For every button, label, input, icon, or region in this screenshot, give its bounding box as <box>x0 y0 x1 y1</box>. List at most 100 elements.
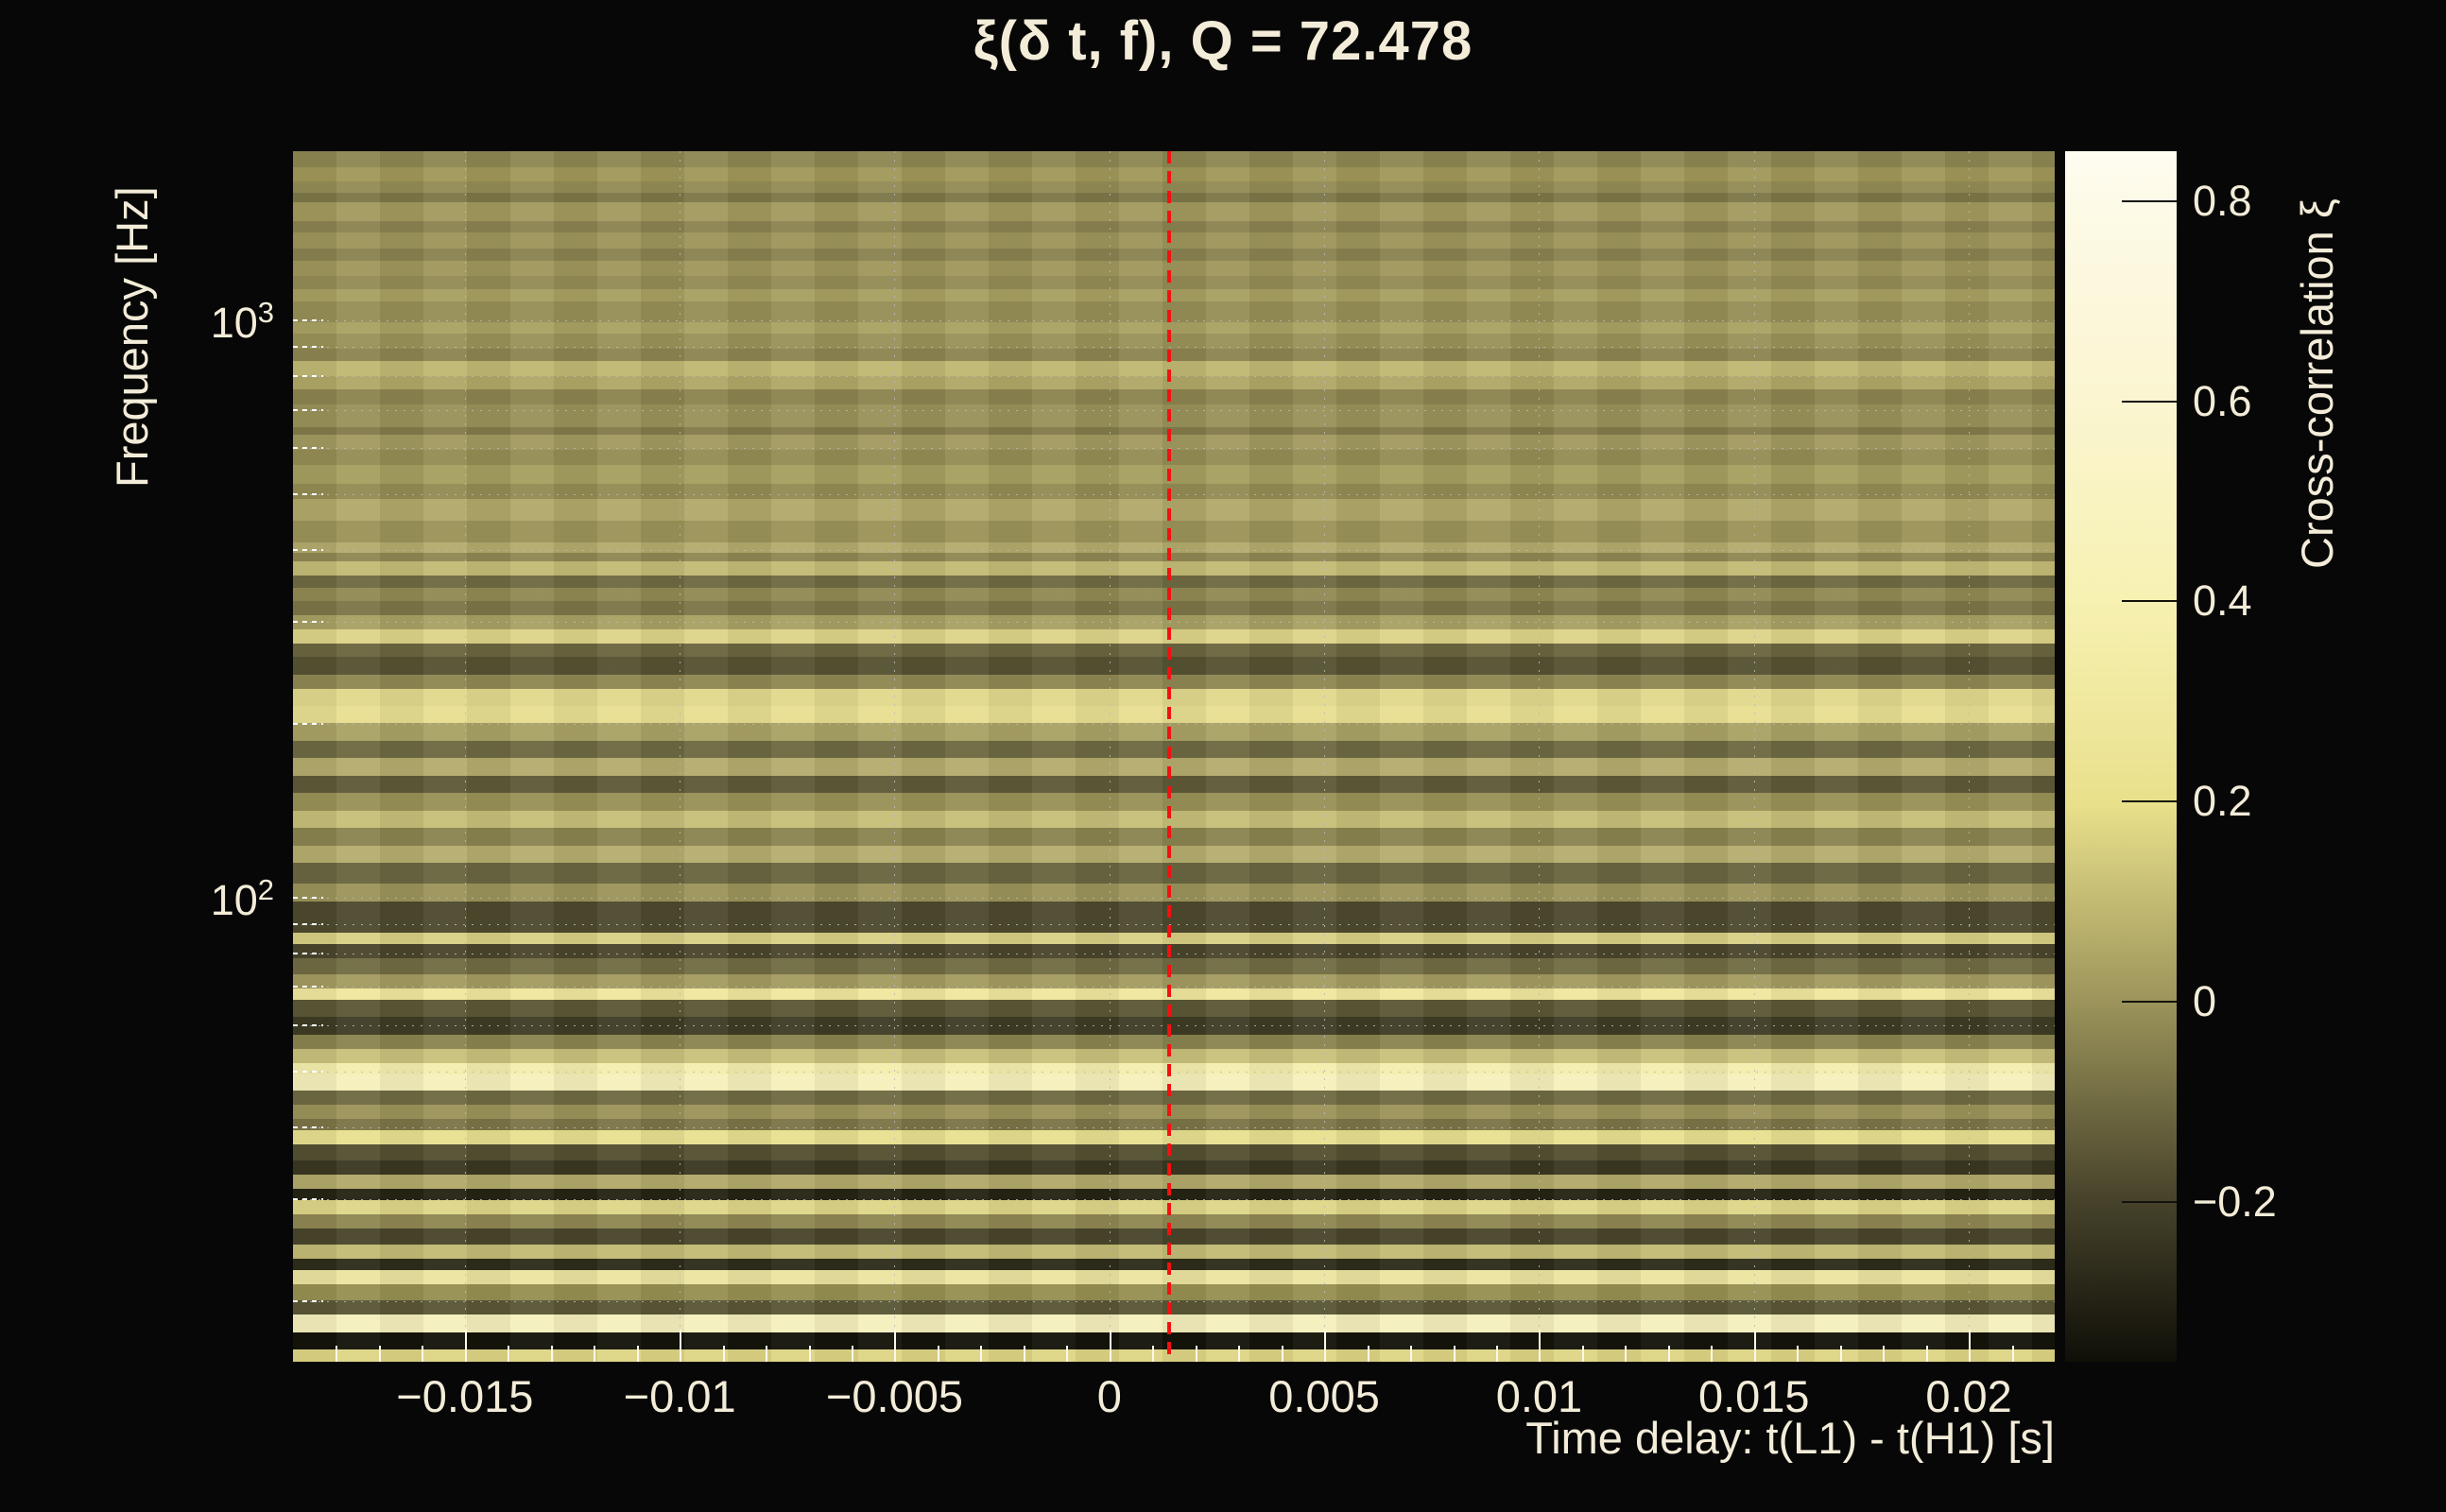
colorbar-tick-label: 0 <box>2193 976 2217 1025</box>
y-gridline <box>293 897 2055 899</box>
x-axis-minor-tick <box>722 1346 725 1362</box>
y-axis-tick <box>293 986 323 988</box>
x-axis-minor-tick <box>594 1346 596 1362</box>
x-axis-minor-tick <box>1495 1346 1498 1362</box>
y-gridline <box>293 1025 2055 1027</box>
y-axis-tick <box>293 408 323 411</box>
y-gridline <box>293 376 2055 378</box>
y-tick-exponent: 3 <box>257 295 274 329</box>
x-axis-major-tick <box>1753 1330 1756 1362</box>
y-axis-tick <box>293 549 323 552</box>
y-tick-label: 103 <box>28 296 274 348</box>
colorbar-tick-label: −0.2 <box>2193 1177 2277 1226</box>
y-gridline <box>293 723 2055 725</box>
x-gridline <box>464 151 466 1362</box>
x-axis-minor-tick <box>1625 1346 1628 1362</box>
y-axis-tick <box>293 922 323 925</box>
x-gridline <box>1324 151 1326 1362</box>
y-axis-tick <box>293 318 323 321</box>
colorbar-tick <box>2122 400 2177 403</box>
x-axis-major-tick <box>1539 1330 1542 1362</box>
x-axis-minor-tick <box>1711 1346 1714 1362</box>
y-axis-tick <box>293 1198 323 1201</box>
y-axis-tick <box>293 722 323 725</box>
x-axis-major-tick <box>1969 1330 1972 1362</box>
y-axis-tick <box>293 1125 323 1128</box>
y-gridline <box>293 1199 2055 1201</box>
x-axis-minor-tick <box>1367 1346 1369 1362</box>
y-tick-base: 10 <box>210 875 258 924</box>
x-axis-major-tick <box>1324 1330 1327 1362</box>
x-axis-minor-tick <box>2011 1346 2014 1362</box>
y-axis-tick <box>293 492 323 495</box>
colorbar-tick-label: 0.4 <box>2193 576 2252 626</box>
y-axis-tick <box>293 345 323 348</box>
x-axis-minor-tick <box>1883 1346 1886 1362</box>
x-axis-minor-tick <box>1453 1346 1456 1362</box>
y-gridline <box>293 409 2055 411</box>
y-gridline <box>293 493 2055 495</box>
y-axis-tick <box>293 1070 323 1073</box>
x-axis-minor-tick <box>1281 1346 1283 1362</box>
y-tick-base: 10 <box>210 298 258 347</box>
y-axis-tick <box>293 1299 323 1302</box>
time-delay-marker-line <box>1167 151 1172 1362</box>
heatmap-plot-area <box>293 151 2055 1363</box>
y-axis-tick <box>293 447 323 450</box>
x-gridline <box>1753 151 1755 1362</box>
colorbar-tick-label: 0.6 <box>2193 376 2252 425</box>
x-axis-minor-tick <box>1581 1346 1584 1362</box>
x-gridline <box>1109 151 1111 1362</box>
x-axis-minor-tick <box>1238 1346 1241 1362</box>
y-gridline <box>293 1126 2055 1128</box>
x-axis-minor-tick <box>422 1346 424 1362</box>
colorbar <box>2065 151 2177 1362</box>
x-axis-minor-tick <box>1152 1346 1155 1362</box>
x-axis-minor-tick <box>1023 1346 1025 1362</box>
x-axis-major-tick <box>1109 1330 1111 1362</box>
x-gridline <box>1539 151 1541 1362</box>
x-axis-minor-tick <box>1667 1346 1670 1362</box>
x-axis-minor-tick <box>1195 1346 1197 1362</box>
colorbar-tick <box>2122 800 2177 803</box>
x-axis-major-tick <box>464 1330 467 1362</box>
colorbar-tick <box>2122 600 2177 603</box>
colorbar-tick <box>2122 1000 2177 1003</box>
x-axis-minor-tick <box>378 1346 381 1362</box>
x-gridline <box>894 151 896 1362</box>
x-axis-minor-tick <box>550 1346 553 1362</box>
x-axis-minor-tick <box>1410 1346 1413 1362</box>
x-axis-minor-tick <box>1797 1346 1800 1362</box>
y-axis-tick <box>293 953 323 954</box>
colorbar-tick-label: 0.2 <box>2193 777 2252 826</box>
y-gridline <box>293 319 2055 321</box>
chart-title: ξ(δ t, f), Q = 72.478 <box>973 10 1473 72</box>
colorbar-tick <box>2122 1200 2177 1203</box>
y-axis-tick <box>293 621 323 624</box>
y-gridline <box>293 923 2055 925</box>
x-axis-minor-tick <box>1066 1346 1069 1362</box>
x-axis-minor-tick <box>1839 1346 1842 1362</box>
x-axis-major-tick <box>894 1330 897 1362</box>
y-axis-tick <box>293 896 323 899</box>
y-axis-tick <box>293 375 323 378</box>
colorbar-tick-label: 0.8 <box>2193 176 2252 225</box>
heatmap-column-texture <box>293 151 2055 1362</box>
x-axis-minor-tick <box>1925 1346 1928 1362</box>
x-axis-minor-tick <box>766 1346 768 1362</box>
y-gridline <box>293 448 2055 450</box>
x-axis-minor-tick <box>508 1346 510 1362</box>
x-axis-minor-tick <box>336 1346 338 1362</box>
y-gridline <box>293 550 2055 552</box>
x-axis-minor-tick <box>808 1346 811 1362</box>
x-axis-minor-tick <box>980 1346 983 1362</box>
x-axis-major-tick <box>680 1330 682 1362</box>
x-axis-minor-tick <box>852 1346 854 1362</box>
y-gridline <box>293 346 2055 348</box>
y-gridline <box>293 987 2055 988</box>
x-axis-minor-tick <box>636 1346 639 1362</box>
colorbar-tick <box>2122 199 2177 202</box>
x-axis-minor-tick <box>937 1346 939 1362</box>
y-gridline <box>293 622 2055 624</box>
x-tick-label: 0.02 <box>1925 1371 2012 1421</box>
